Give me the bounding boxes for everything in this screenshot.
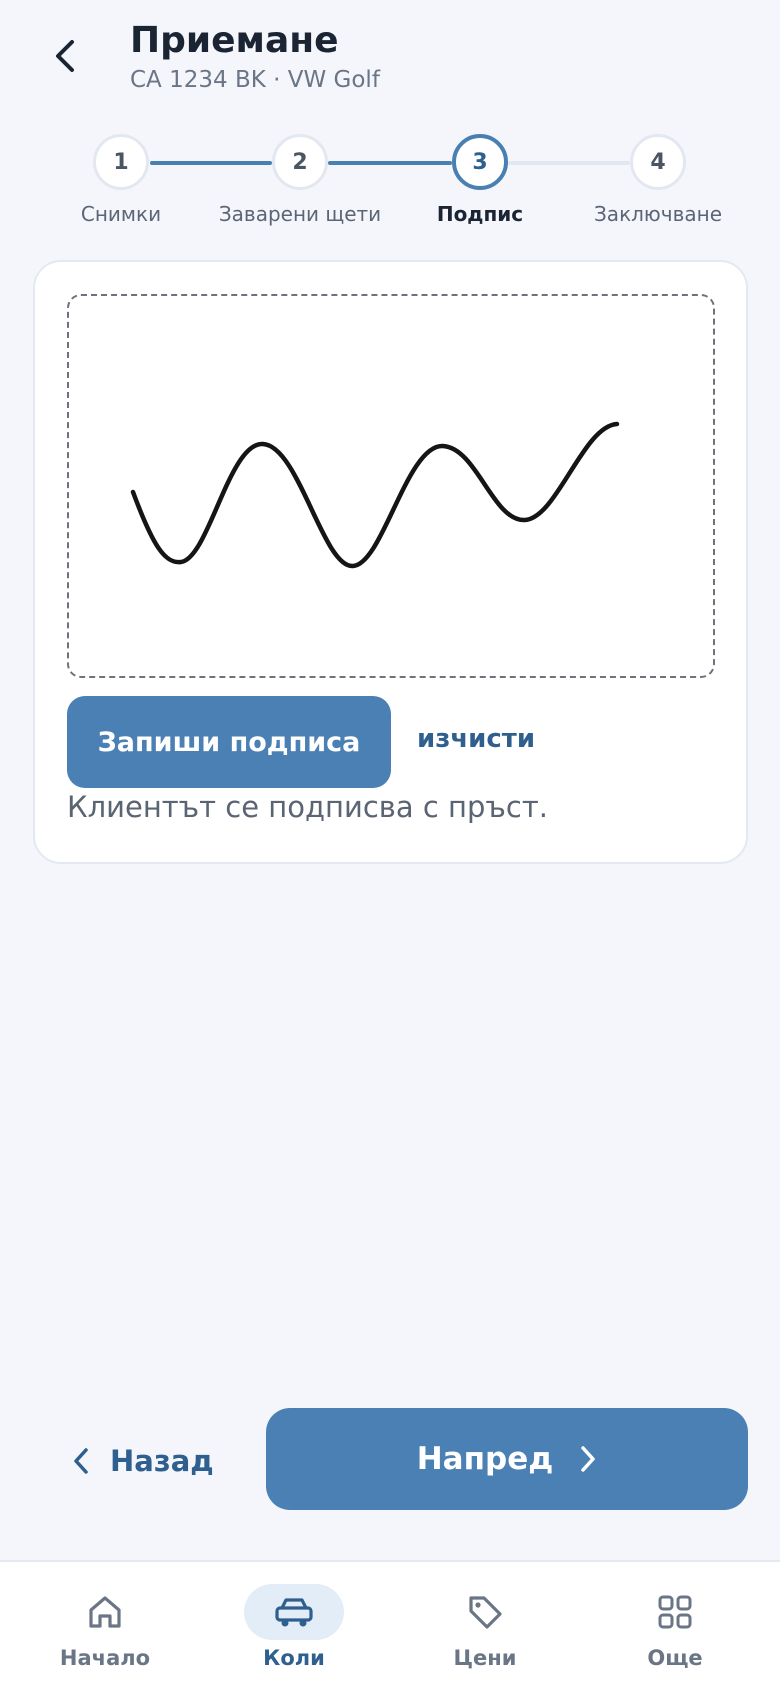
previous-step-button[interactable]: Назад <box>72 1436 214 1486</box>
nav-label: Цени <box>453 1646 517 1670</box>
step-number: 4 <box>630 134 686 190</box>
signature-pad[interactable] <box>67 294 715 678</box>
step-photos[interactable]: 1 Снимки <box>31 134 211 226</box>
nav-item-home[interactable]: Начало <box>15 1584 195 1670</box>
nav-label: Начало <box>59 1646 151 1670</box>
previous-step-label: Назад <box>110 1444 214 1478</box>
step-label: Заварени щети <box>218 202 382 226</box>
step-label: Заключване <box>593 202 723 226</box>
vehicle-subtitle: CA 1234 BK · VW Golf <box>130 67 380 93</box>
page-title: Приемане <box>130 20 339 61</box>
chevron-right-icon <box>581 1446 596 1472</box>
car-icon <box>275 1598 313 1627</box>
step-number: 1 <box>93 134 149 190</box>
step-lock[interactable]: 4 Заключване <box>568 134 748 226</box>
step-signature[interactable]: 3 Подпис <box>390 134 570 226</box>
bottom-navigation: Начало Коли Цени Още <box>0 1560 780 1688</box>
progress-stepper: 1 Снимки 2 Заварени щети 3 Подпис 4 Закл… <box>0 134 780 244</box>
chevron-left-icon <box>56 40 74 72</box>
nav-label: Коли <box>263 1646 325 1670</box>
nav-item-prices[interactable]: Цени <box>395 1584 575 1670</box>
clear-signature-link[interactable]: изчисти <box>417 724 535 754</box>
step-label: Подпис <box>436 202 524 226</box>
signature-card: Запиши подписа изчисти Клиентът се подпи… <box>33 260 748 864</box>
nav-icon-container <box>625 1584 725 1640</box>
step-label: Снимки <box>80 202 162 226</box>
home-icon <box>89 1596 121 1628</box>
nav-item-cars[interactable]: Коли <box>204 1584 384 1670</box>
back-button[interactable] <box>50 36 80 76</box>
signature-stroke <box>130 421 620 569</box>
step-existing-damage[interactable]: 2 Заварени щети <box>210 134 390 226</box>
intake-screen: Приемане CA 1234 BK · VW Golf 1 Снимки 2… <box>0 0 780 1688</box>
nav-icon-container <box>55 1584 155 1640</box>
signature-hint: Клиентът се подписва с пръст. <box>67 790 548 824</box>
grid-icon <box>658 1595 692 1629</box>
nav-icon-container <box>435 1584 535 1640</box>
save-signature-button[interactable]: Запиши подписа <box>67 696 391 788</box>
step-number: 2 <box>272 134 328 190</box>
next-step-button[interactable]: Напред <box>266 1408 748 1510</box>
nav-label: Още <box>647 1646 703 1670</box>
nav-item-more[interactable]: Още <box>585 1584 765 1670</box>
chevron-left-icon <box>74 1448 88 1474</box>
tag-icon <box>469 1596 502 1629</box>
nav-icon-container <box>244 1584 344 1640</box>
step-number: 3 <box>452 134 508 190</box>
next-step-label: Напред <box>416 1441 554 1477</box>
